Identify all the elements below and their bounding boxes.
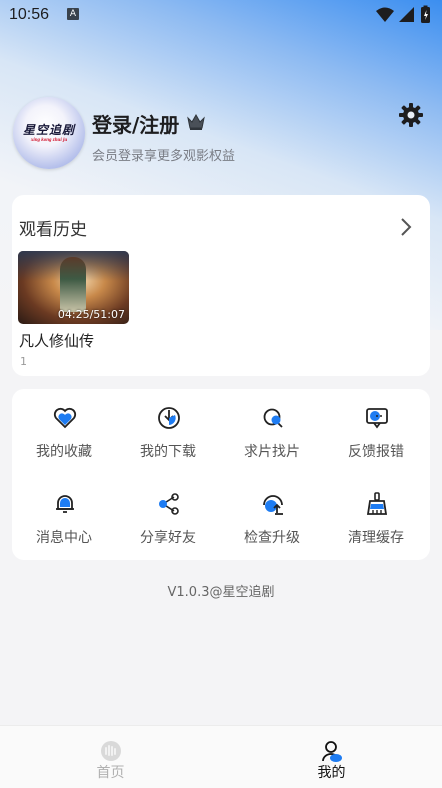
- upgrade-icon: [263, 495, 283, 515]
- bottom-tab-bar: 首页 我的: [0, 725, 442, 788]
- notification-indicator: A: [67, 8, 79, 20]
- menu-item-share[interactable]: 分享好友: [116, 475, 220, 555]
- version-text: V1.0.3@星空追剧: [167, 585, 275, 600]
- tab-home[interactable]: 首页: [0, 726, 221, 788]
- share-icon: [159, 493, 179, 515]
- bell-icon: [56, 495, 74, 513]
- video-thumbnail[interactable]: 04:25/51:07: [18, 251, 129, 324]
- tab-mine[interactable]: 我的: [221, 726, 442, 788]
- video-episode: 1: [20, 355, 27, 368]
- status-bar: 10:56 A: [0, 0, 442, 30]
- profile-icon: [322, 741, 342, 762]
- menu-label: 检查升级: [244, 530, 300, 546]
- heart-icon: [53, 407, 77, 429]
- download-icon: [158, 407, 180, 429]
- history-title: 观看历史: [19, 220, 87, 240]
- signal-icon: [399, 7, 414, 22]
- menu-label: 求片找片: [244, 444, 300, 460]
- menu-item-clear-cache[interactable]: 清理缓存: [324, 475, 428, 555]
- crown-icon: [187, 113, 205, 130]
- menu-item-messages[interactable]: 消息中心: [12, 475, 116, 555]
- menu-label: 分享好友: [140, 530, 196, 546]
- avatar-logo-text: 星空追剧: [22, 123, 75, 137]
- menu-item-request[interactable]: 求片找片: [220, 389, 324, 469]
- menu-item-favorites[interactable]: 我的收藏: [12, 389, 116, 469]
- member-subtitle: 会员登录享更多观影权益: [92, 149, 236, 164]
- tab-label: 首页: [96, 765, 125, 781]
- menu-item-downloads[interactable]: 我的下载: [116, 389, 220, 469]
- wifi-icon: [376, 7, 394, 22]
- menu-label: 我的收藏: [36, 444, 92, 460]
- tab-label: 我的: [317, 765, 346, 781]
- menu-label: 消息中心: [36, 530, 92, 546]
- status-time: 10:56: [9, 6, 50, 23]
- menu-label: 我的下载: [140, 444, 196, 460]
- chevron-right-icon[interactable]: [400, 217, 412, 237]
- menu-item-upgrade[interactable]: 检查升级: [220, 475, 324, 555]
- video-progress: 04:25/51:07: [57, 308, 125, 321]
- menu-label: 反馈报错: [348, 444, 404, 460]
- avatar[interactable]: 星空追剧 xing kong zhui ju: [13, 97, 85, 169]
- video-title[interactable]: 凡人修仙传: [19, 330, 94, 351]
- watch-history-card: 观看历史 04:25/51:07 凡人修仙传 1: [12, 195, 430, 376]
- menu-label: 清理缓存: [348, 530, 404, 546]
- search-icon: [263, 408, 283, 428]
- function-menu-card: 我的收藏 我的下载 求片找片 反馈报错 消息中心 分享好友 检查升级 清理缓存: [12, 389, 430, 560]
- status-icons: [376, 5, 430, 23]
- broom-icon: [366, 492, 388, 515]
- gear-icon[interactable]: [398, 102, 424, 128]
- home-icon: [101, 741, 121, 761]
- menu-item-feedback[interactable]: 反馈报错: [324, 389, 428, 469]
- avatar-logo-subtext: xing kong zhui ju: [30, 138, 68, 143]
- login-register-link[interactable]: 登录/注册: [92, 109, 179, 138]
- feedback-icon: [366, 408, 388, 429]
